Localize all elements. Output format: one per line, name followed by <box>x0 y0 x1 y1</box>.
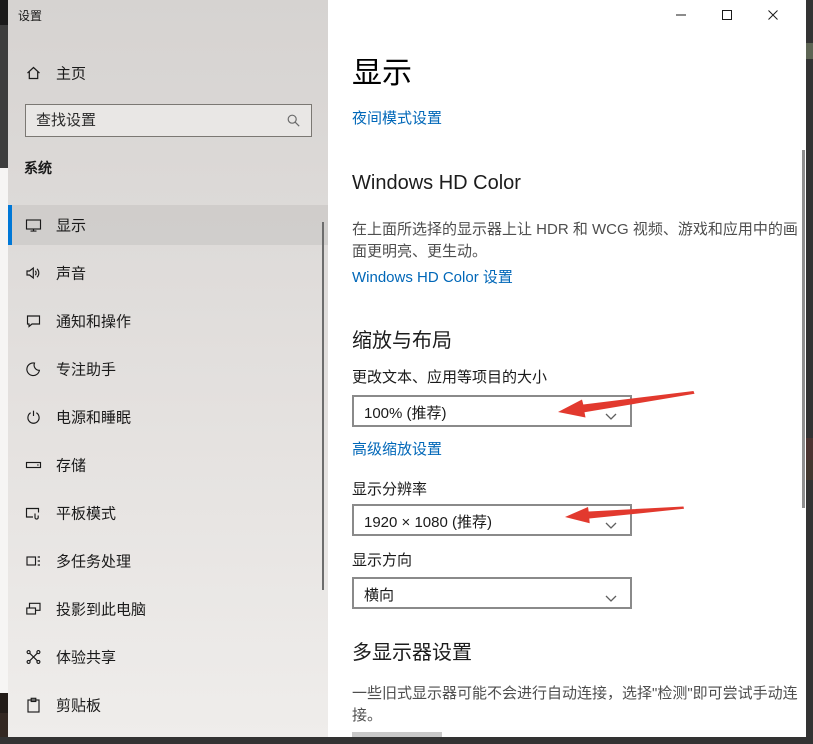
background-window-sliver <box>806 460 813 480</box>
sidebar-item-label: 投影到此电脑 <box>56 599 146 620</box>
sound-icon <box>25 265 42 282</box>
sidebar-item-label: 体验共享 <box>56 647 116 668</box>
window-controls <box>658 0 796 30</box>
sidebar-item-label: 剪贴板 <box>56 695 101 716</box>
multitasking-icon <box>25 553 42 570</box>
search-box <box>25 104 312 137</box>
orientation-dropdown-value: 横向 <box>364 584 394 605</box>
main-scrollbar[interactable] <box>802 150 805 508</box>
hd-color-heading: Windows HD Color <box>352 172 521 195</box>
sidebar-item-projecting[interactable]: 投影到此电脑 <box>8 589 328 629</box>
sidebar-item-tablet-mode[interactable]: 平板模式 <box>8 493 328 533</box>
sidebar-item-label: 存储 <box>56 455 86 476</box>
page-title: 显示 <box>352 48 412 92</box>
display-settings-panel: 显示 夜间模式设置 Windows HD Color 在上面所选择的显示器上让 … <box>328 0 806 737</box>
sidebar-item-home[interactable]: 主页 <box>8 57 328 89</box>
sidebar-item-label: 声音 <box>56 263 86 284</box>
focus-assist-icon <box>25 361 42 378</box>
close-button[interactable] <box>750 0 796 30</box>
sidebar-item-storage[interactable]: 存储 <box>8 445 328 485</box>
search-input[interactable] <box>36 105 286 136</box>
sidebar-item-multitasking[interactable]: 多任务处理 <box>8 541 328 581</box>
sidebar-item-label: 显示 <box>56 215 86 236</box>
window-title: 设置 <box>18 7 42 24</box>
shared-experiences-icon <box>25 649 42 666</box>
background-window-sliver <box>0 25 8 168</box>
sidebar-item-focus-assist[interactable]: 专注助手 <box>8 349 328 389</box>
sidebar-section-system: 系统 <box>24 158 52 178</box>
sidebar-scrollbar[interactable] <box>322 222 324 590</box>
orientation-field-label: 显示方向 <box>352 549 412 570</box>
resolution-dropdown-value: 1920 × 1080 (推荐) <box>364 511 492 532</box>
multi-display-description: 一些旧式显示器可能不会进行自动连接，选择"检测"即可尝试手动连接。 <box>352 683 804 727</box>
scale-dropdown-value: 100% (推荐) <box>364 402 447 423</box>
scale-field-label: 更改文本、应用等项目的大小 <box>352 366 547 387</box>
home-icon <box>25 65 42 82</box>
display-icon <box>25 217 42 234</box>
orientation-dropdown[interactable]: 横向 <box>352 577 632 609</box>
detect-button-partial[interactable] <box>352 732 442 737</box>
sidebar-item-shared-experiences[interactable]: 体验共享 <box>8 637 328 677</box>
tablet-icon <box>25 505 42 522</box>
advanced-scaling-link[interactable]: 高级缩放设置 <box>352 438 442 459</box>
scale-dropdown[interactable]: 100% (推荐) <box>352 395 632 427</box>
chevron-down-icon <box>605 408 617 426</box>
settings-sidebar: 设置 主页 系统 显示 声音 通知和操作 专注助手 <box>8 0 328 737</box>
sidebar-item-label: 多任务处理 <box>56 551 131 572</box>
background-window-sliver <box>806 43 813 59</box>
power-icon <box>25 409 42 426</box>
sidebar-item-label: 电源和睡眠 <box>56 407 131 428</box>
hd-color-settings-link[interactable]: Windows HD Color 设置 <box>352 266 513 287</box>
background-window-sliver <box>0 0 8 25</box>
multi-display-heading: 多显示器设置 <box>352 636 472 665</box>
maximize-button[interactable] <box>704 0 750 30</box>
sidebar-item-notifications[interactable]: 通知和操作 <box>8 301 328 341</box>
sidebar-item-label: 专注助手 <box>56 359 116 380</box>
sidebar-item-power-sleep[interactable]: 电源和睡眠 <box>8 397 328 437</box>
selected-accent-bar <box>8 205 12 245</box>
scale-layout-heading: 缩放与布局 <box>352 324 452 353</box>
sidebar-item-sound[interactable]: 声音 <box>8 253 328 293</box>
resolution-field-label: 显示分辨率 <box>352 478 427 499</box>
desktop-sliver <box>0 737 813 744</box>
background-window-sliver <box>806 438 813 460</box>
sidebar-item-label: 主页 <box>56 63 86 84</box>
minimize-button[interactable] <box>658 0 704 30</box>
night-light-settings-link[interactable]: 夜间模式设置 <box>352 107 442 128</box>
search-icon[interactable] <box>286 113 302 134</box>
hd-color-description: 在上面所选择的显示器上让 HDR 和 WCG 视频、游戏和应用中的画面更明亮、更… <box>352 219 804 263</box>
chevron-down-icon <box>605 590 617 608</box>
notifications-icon <box>25 313 42 330</box>
projecting-icon <box>25 601 42 618</box>
sidebar-item-label: 通知和操作 <box>56 311 131 332</box>
resolution-dropdown[interactable]: 1920 × 1080 (推荐) <box>352 504 632 536</box>
background-window-sliver <box>806 0 813 744</box>
sidebar-item-label: 平板模式 <box>56 503 116 524</box>
storage-icon <box>25 457 42 474</box>
sidebar-item-clipboard[interactable]: 剪贴板 <box>8 685 328 725</box>
background-window-sliver <box>0 168 8 693</box>
sidebar-item-display[interactable]: 显示 <box>8 205 328 245</box>
chevron-down-icon <box>605 517 617 535</box>
clipboard-icon <box>25 697 42 714</box>
